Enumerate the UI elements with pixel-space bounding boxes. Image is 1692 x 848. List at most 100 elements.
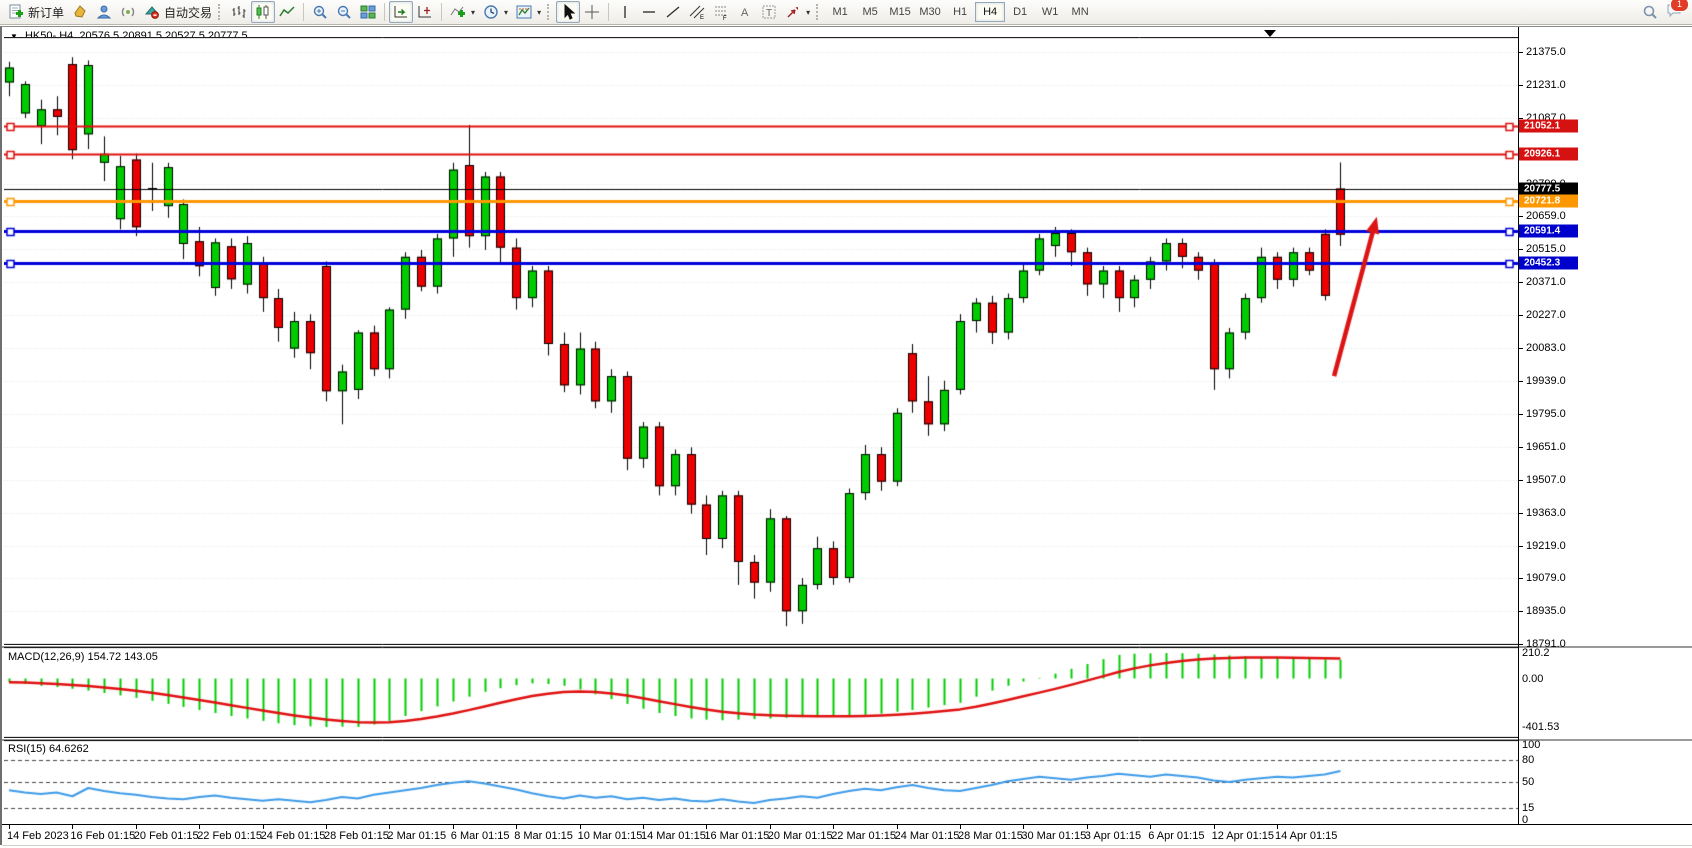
label-tool[interactable]: T	[757, 1, 781, 23]
price-tick-label: 19507.0	[1526, 474, 1566, 486]
price-chart-canvas[interactable]	[4, 37, 1518, 645]
price-tick-label: 20083.0	[1526, 342, 1566, 354]
time-tick	[1150, 825, 1151, 829]
price-tick-label: 20371.0	[1526, 276, 1566, 288]
text-label-icon: T	[761, 4, 777, 20]
community-button[interactable]	[92, 1, 116, 23]
timeframe-D1[interactable]: D1	[1005, 2, 1035, 22]
chevron-down-icon: ▾	[504, 8, 508, 17]
chart-window: ▼ HK50-,H4 20576.5 20891.5 20527.5 20777…	[0, 26, 1692, 845]
timeframe-H4[interactable]: H4	[975, 2, 1005, 22]
price-line-badge: 20591.4	[1519, 225, 1578, 238]
chart-line-button[interactable]	[275, 1, 299, 23]
vline-tool[interactable]	[613, 1, 637, 23]
tile-windows-button[interactable]	[356, 1, 380, 23]
macd-axis-label: 210.2	[1522, 647, 1550, 659]
chart-bars-button[interactable]	[227, 1, 251, 23]
price-tick-label: 21231.0	[1526, 79, 1566, 91]
chevron-down-icon: ▾	[471, 8, 475, 17]
price-tick-label: 19795.0	[1526, 408, 1566, 420]
price-tick-label: 19079.0	[1526, 572, 1566, 584]
rsi-axis-label: 80	[1522, 754, 1534, 766]
chart-shift-button[interactable]	[413, 1, 437, 23]
macd-panel-canvas[interactable]	[4, 647, 1518, 738]
timeframe-M30[interactable]: M30	[915, 2, 945, 22]
price-tick-label: 20227.0	[1526, 309, 1566, 321]
fibonacci-tool[interactable]: F	[709, 1, 733, 23]
timeframe-H1[interactable]: H1	[945, 2, 975, 22]
trendline-tool[interactable]	[661, 1, 685, 23]
time-tick-label: 24 Mar 01:15	[895, 830, 960, 842]
price-tick	[1519, 611, 1523, 612]
price-tick	[1519, 546, 1523, 547]
cursor-icon	[560, 4, 576, 20]
timeframe-M1[interactable]: M1	[825, 2, 855, 22]
svg-text:T: T	[766, 8, 772, 19]
time-tick-label: 8 Mar 01:15	[514, 830, 573, 842]
chat-button[interactable]: 1	[1666, 2, 1682, 23]
zoom-out-button[interactable]	[332, 1, 356, 23]
chart-shift-icon	[417, 4, 433, 20]
zoom-in-button[interactable]	[308, 1, 332, 23]
chart-shift-marker[interactable]	[1264, 30, 1276, 37]
hline-tool[interactable]	[637, 1, 661, 23]
time-axis[interactable]: 14 Feb 202316 Feb 01:1520 Feb 01:1522 Fe…	[2, 824, 1692, 846]
timeframe-M5[interactable]: M5	[855, 2, 885, 22]
templates-button[interactable]: ▾	[512, 1, 545, 23]
window-bottom-edge	[2, 845, 1692, 846]
price-tick	[1519, 513, 1523, 514]
autotrading-label: 自动交易	[164, 4, 212, 21]
time-tick	[9, 825, 10, 829]
time-tick-label: 2 Mar 01:15	[387, 830, 446, 842]
crosshair-icon	[584, 4, 600, 20]
time-tick	[706, 825, 707, 829]
autoscroll-button[interactable]	[389, 1, 413, 23]
signals-button[interactable]	[116, 1, 140, 23]
timeframe-MN[interactable]: MN	[1065, 2, 1095, 22]
time-tick-label: 14 Apr 01:15	[1275, 830, 1337, 842]
time-tick	[1214, 825, 1215, 829]
favorites-button[interactable]	[68, 1, 92, 23]
arrows-tool[interactable]: ▾	[781, 1, 814, 23]
price-line-badge: 20926.1	[1519, 148, 1578, 161]
candles-chart-icon	[255, 4, 271, 20]
chart-candles-button[interactable]	[251, 1, 275, 23]
indicators-button[interactable]: ▾	[446, 1, 479, 23]
cursor-button[interactable]	[556, 1, 580, 23]
svg-text:A: A	[741, 7, 749, 19]
time-tick-label: 20 Mar 01:15	[768, 830, 833, 842]
rsi-indicator-label: RSI(15) 64.6262	[8, 743, 89, 755]
price-line-badge: 20777.5	[1519, 182, 1578, 195]
rsi-axis-label: 15	[1522, 802, 1534, 814]
timeframe-M15[interactable]: M15	[885, 2, 915, 22]
channel-tool[interactable]: E	[685, 1, 709, 23]
price-tick-label: 21375.0	[1526, 46, 1566, 58]
new-order-button[interactable]: 新订单	[4, 1, 68, 23]
price-tick	[1519, 85, 1523, 86]
search-icon[interactable]	[1642, 4, 1658, 20]
autotrading-toggle[interactable]: 自动交易	[140, 1, 216, 23]
crosshair-button[interactable]	[580, 1, 604, 23]
text-tool[interactable]: A	[733, 1, 757, 23]
periods-button[interactable]: ▾	[479, 1, 512, 23]
time-tick-label: 16 Mar 01:15	[704, 830, 769, 842]
time-tick	[960, 825, 961, 829]
price-tick-label: 19363.0	[1526, 507, 1566, 519]
price-tick	[1519, 315, 1523, 316]
timeframe-toolbar: M1M5M15M30H1H4D1W1MN	[825, 2, 1095, 22]
autotrading-icon	[144, 4, 160, 20]
macd-indicator-label: MACD(12,26,9) 154.72 143.05	[8, 651, 158, 663]
new-order-icon	[8, 4, 24, 20]
rsi-panel-canvas[interactable]	[4, 740, 1518, 824]
price-tick	[1519, 381, 1523, 382]
price-tick	[1519, 348, 1523, 349]
timeframe-W1[interactable]: W1	[1035, 2, 1065, 22]
vertical-line-icon	[617, 4, 633, 20]
time-tick	[643, 825, 644, 829]
bars-chart-icon	[231, 4, 247, 20]
chevron-down-icon: ▾	[806, 8, 810, 17]
time-tick	[833, 825, 834, 829]
time-tick-label: 12 Apr 01:15	[1212, 830, 1274, 842]
time-tick	[516, 825, 517, 829]
time-tick-label: 16 Feb 01:15	[70, 830, 135, 842]
